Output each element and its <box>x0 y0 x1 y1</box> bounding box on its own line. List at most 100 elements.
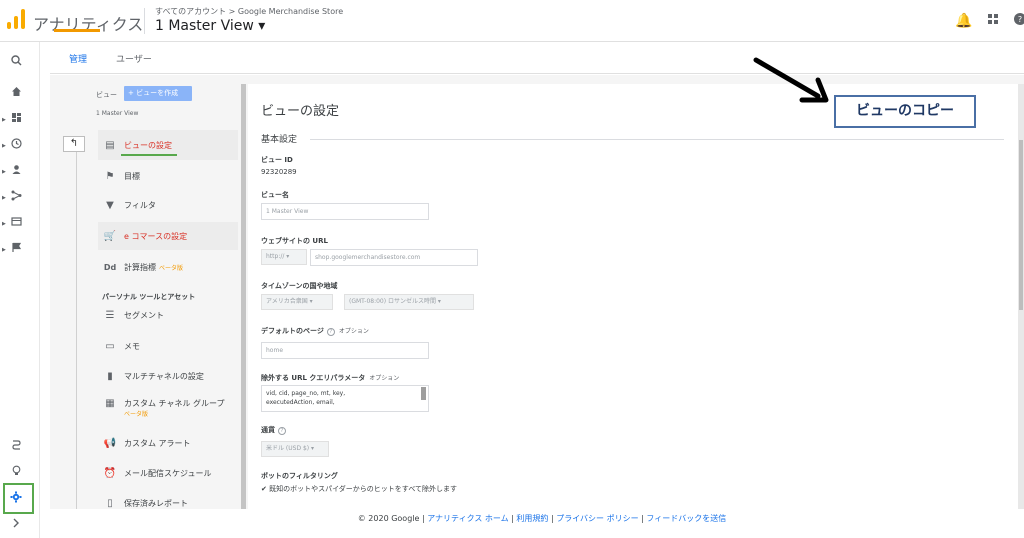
menu-segments[interactable]: ☰ セグメント <box>98 309 238 321</box>
flag-icon: ⚑ <box>105 170 115 182</box>
menu-multichannel[interactable]: ▮ マルチチャネルの設定 <box>98 370 238 382</box>
website-url-input[interactable]: shop.googlemerchandisestore.com <box>310 249 478 266</box>
menu-goals[interactable]: ⚑ 目標 <box>98 170 238 182</box>
footer-link-home[interactable]: アナリティクス ホーム <box>427 514 508 523</box>
menu-label: ビューの設定 <box>124 140 172 150</box>
menu-annotations[interactable]: ▭ メモ <box>98 340 238 352</box>
country-select[interactable]: アメリカ合衆国 ▾ <box>261 294 333 310</box>
exclude-params-textarea[interactable]: vid, cid, page_no, mt, key, executedActi… <box>261 385 429 412</box>
tab-user[interactable]: ユーザー <box>116 52 152 65</box>
search-icon[interactable] <box>8 55 24 71</box>
menu-calculated-metrics[interactable]: Dd 計算指標 ベータ版 <box>98 261 238 273</box>
footer: © 2020 Google | アナリティクス ホーム | 利用規約 | プライ… <box>357 514 727 523</box>
bot-filtering-label: ボットのフィルタリング <box>261 472 338 480</box>
menu-label: e コマースの設定 <box>124 231 188 241</box>
menu-label: メモ <box>124 341 140 351</box>
personal-tools-heading: パーソナル ツールとアセット <box>102 293 196 301</box>
menu-label: フィルタ <box>124 200 156 210</box>
menu-filters[interactable]: ▼ フィルタ <box>98 199 238 211</box>
channel-group-icon: ▦ <box>105 398 115 409</box>
protocol-select[interactable]: http:// ▾ <box>261 249 307 265</box>
lightbulb-icon[interactable] <box>8 465 24 481</box>
optional-text: オプション <box>369 375 400 382</box>
menu-saved-reports[interactable]: ▯ 保存済みレポート <box>98 498 238 509</box>
cart-icon: 🛒 <box>103 230 117 242</box>
menu-label: セグメント <box>124 310 164 320</box>
menu-scheduled-emails[interactable]: ⏰ メール配信スケジュール <box>98 467 238 479</box>
expand-caret-icon[interactable]: ▶ <box>2 143 6 149</box>
bar-chart-icon: ▮ <box>107 370 113 382</box>
basic-settings-heading: 基本設定 <box>261 135 298 145</box>
column-scrollbar[interactable] <box>241 84 246 509</box>
menu-custom-alerts[interactable]: 📢 カスタム アラート <box>98 437 238 449</box>
saved-report-icon: ▯ <box>107 498 113 509</box>
back-arrow-button[interactable]: ↰ <box>63 136 85 152</box>
gear-icon[interactable] <box>8 491 24 507</box>
home-icon[interactable] <box>8 86 24 102</box>
annotation-arrow-icon <box>753 57 829 103</box>
menu-label: 計算指標 <box>124 262 156 272</box>
acquisition-icon[interactable] <box>8 190 24 206</box>
menu-label: メール配信スケジュール <box>124 468 212 478</box>
behavior-icon[interactable] <box>8 216 24 232</box>
menu-label-wrap: カスタム チャネル グループ ベータ版 <box>124 398 225 418</box>
active-tab-indicator <box>54 29 100 32</box>
page-scrollbar-thumb[interactable] <box>1019 140 1023 310</box>
footer-link-privacy[interactable]: プライバシー ポリシー <box>556 514 638 523</box>
tab-admin[interactable]: 管理 <box>69 52 87 65</box>
copyright: © 2020 Google <box>357 514 420 523</box>
analytics-logo[interactable] <box>7 9 25 29</box>
annotation-label: ビューのコピー <box>834 95 976 128</box>
bell-icon[interactable]: 🔔 <box>955 13 972 29</box>
menu-ecommerce-settings[interactable]: 🛒 e コマースの設定 <box>98 222 238 250</box>
megaphone-icon: 📢 <box>103 437 117 449</box>
apps-grid-icon[interactable] <box>985 13 1001 29</box>
attribution-icon[interactable] <box>8 439 24 455</box>
note-icon: ▭ <box>105 340 115 352</box>
default-page-input[interactable]: home <box>261 342 429 359</box>
expand-caret-icon[interactable]: ▶ <box>2 195 6 201</box>
person-icon[interactable] <box>8 164 24 180</box>
current-view-name: 1 Master View <box>96 110 139 117</box>
view-selector[interactable]: 1 Master View ▾ <box>155 18 265 34</box>
view-name-label: ビュー名 <box>261 191 289 199</box>
currency-select[interactable]: 米ドル (USD $) ▾ <box>261 441 329 457</box>
expand-caret-icon[interactable]: ▶ <box>2 169 6 175</box>
view-column-label: ビュー <box>96 91 117 99</box>
footer-link-terms[interactable]: 利用規約 <box>516 514 548 523</box>
help-icon[interactable]: ? <box>278 427 286 435</box>
textarea-line: vid, cid, page_no, mt, key, <box>266 390 346 397</box>
admin-tabs: 管理 ユーザー <box>50 42 1024 74</box>
expand-caret-icon[interactable]: ▶ <box>2 221 6 227</box>
flag-icon[interactable] <box>8 242 24 258</box>
svg-text:?: ? <box>1018 15 1022 24</box>
currency-text: 通貨 <box>261 426 275 434</box>
dd-icon: Dd <box>103 262 117 272</box>
create-view-button[interactable]: + ビューを作成 <box>124 86 192 101</box>
menu-custom-channel-group[interactable]: ▦ カスタム チャネル グループ ベータ版 <box>98 398 238 422</box>
timezone-select[interactable]: (GMT-08:00) ロサンゼルス時間 ▾ <box>344 294 474 310</box>
clock-icon[interactable] <box>8 138 24 154</box>
top-bar: アナリティクス すべてのアカウント > Google Merchandise S… <box>0 0 1024 42</box>
help-icon[interactable]: ? <box>1012 13 1024 29</box>
segments-icon: ☰ <box>105 309 115 321</box>
footer-link-feedback[interactable]: フィードバックを送信 <box>646 514 726 523</box>
expand-caret-icon[interactable]: ▶ <box>2 117 6 123</box>
section-divider <box>310 139 1004 140</box>
textarea-scrollbar[interactable] <box>421 387 426 400</box>
view-id-value: 92320289 <box>261 168 297 176</box>
dashboard-icon[interactable] <box>8 112 24 128</box>
currency-label: 通貨? <box>261 425 286 435</box>
alarm-clock-icon: ⏰ <box>103 467 117 479</box>
help-icon[interactable]: ? <box>326 328 335 336</box>
breadcrumb[interactable]: すべてのアカウント > Google Merchandise Store <box>155 6 343 17</box>
bot-filter-checkbox[interactable]: ✔ 既知のボットやスパイダーからのヒットをすべて除外します <box>261 484 457 494</box>
page-title: ビューの設定 <box>261 104 340 119</box>
tree-line <box>76 152 77 509</box>
menu-label: カスタム チャネル グループ <box>124 399 225 408</box>
expand-caret-icon[interactable]: ▶ <box>2 247 6 253</box>
beta-badge: ベータ版 <box>124 411 149 418</box>
view-name-input[interactable]: 1 Master View <box>261 203 429 220</box>
textarea-line: executedAction, email, <box>266 399 335 406</box>
website-url-label: ウェブサイトの URL <box>261 237 328 245</box>
